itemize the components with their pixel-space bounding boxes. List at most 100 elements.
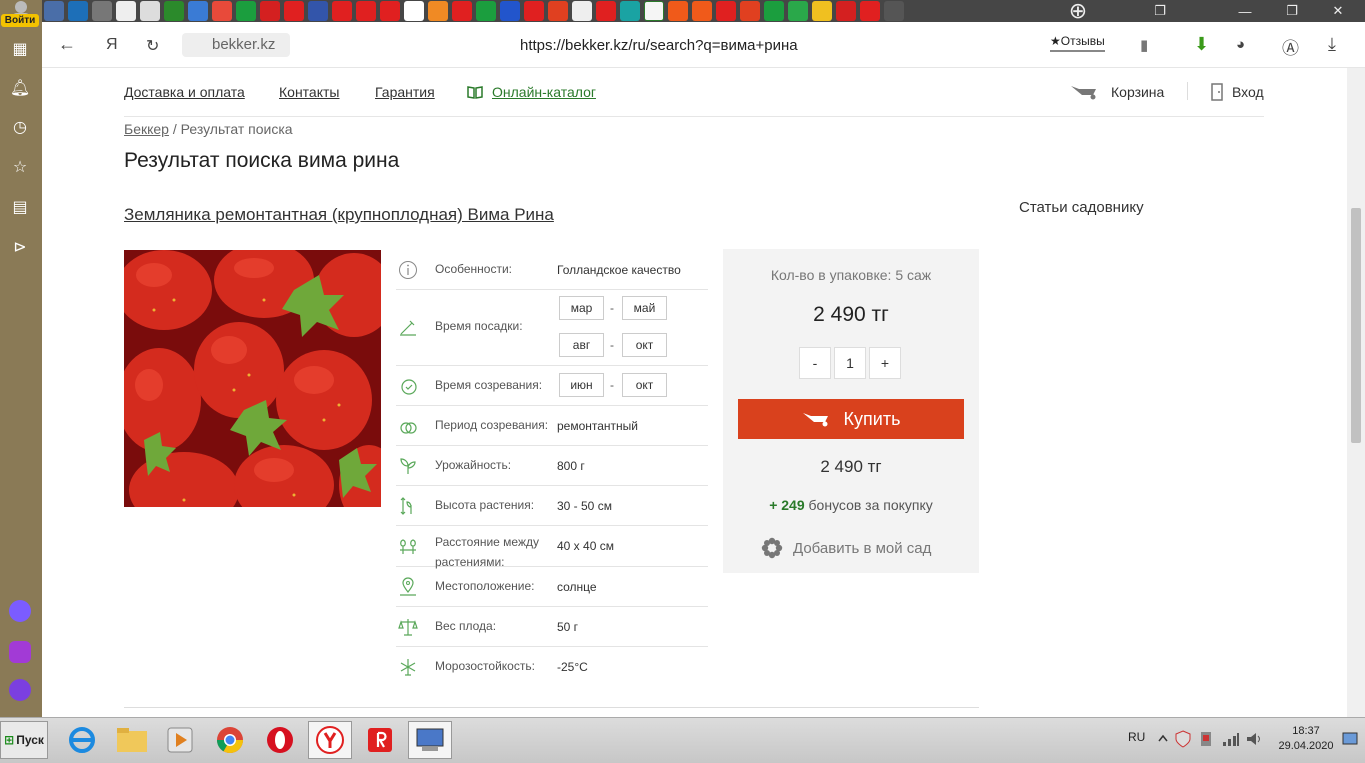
reader-mode-icon[interactable]: Ⓐ bbox=[1282, 34, 1299, 59]
tab-favicon[interactable] bbox=[92, 1, 112, 21]
tab-favicon[interactable] bbox=[284, 1, 304, 21]
tab-favicon[interactable] bbox=[260, 1, 280, 21]
reviews-button[interactable]: ★Отзывы bbox=[1050, 34, 1105, 52]
login-link[interactable]: Вход bbox=[1232, 84, 1264, 100]
tabs-list-icon[interactable]: ❐ bbox=[1140, 0, 1180, 22]
cart-link[interactable]: Корзина bbox=[1111, 84, 1164, 100]
bookmark-flag-icon[interactable]: ▮ bbox=[1140, 36, 1148, 54]
tab-favicon[interactable] bbox=[308, 1, 328, 21]
tab-favicon[interactable] bbox=[548, 1, 568, 21]
language-indicator[interactable]: RU bbox=[1128, 730, 1145, 744]
back-arrow-icon[interactable]: ← bbox=[58, 34, 76, 55]
nav-contacts-link[interactable]: Контакты bbox=[279, 84, 339, 100]
tab-favicon[interactable] bbox=[428, 1, 448, 21]
media-player-icon[interactable] bbox=[158, 721, 202, 759]
messenger-icon[interactable] bbox=[9, 641, 31, 663]
alice-icon[interactable] bbox=[9, 600, 31, 622]
login-button[interactable]: Войти bbox=[1, 14, 39, 27]
nav-catalog-link[interactable]: Онлайн-каталог bbox=[492, 84, 596, 100]
breadcrumb-home-link[interactable]: Беккер bbox=[124, 121, 169, 137]
yandex-app-icon[interactable] bbox=[358, 721, 402, 759]
system-clock[interactable]: 18:37 29.04.2020 bbox=[1274, 724, 1338, 754]
bell-icon[interactable]: 🔔︎ bbox=[9, 77, 31, 99]
new-tab-button[interactable]: ⊕ bbox=[1058, 0, 1098, 23]
scrollbar-thumb[interactable] bbox=[1351, 208, 1361, 443]
tab-favicon[interactable] bbox=[692, 1, 712, 21]
tab-favicon[interactable] bbox=[596, 1, 616, 21]
tab-favicon[interactable] bbox=[476, 1, 496, 21]
tab-favicon[interactable] bbox=[332, 1, 352, 21]
nav-delivery-link[interactable]: Доставка и оплата bbox=[124, 84, 245, 100]
add-to-garden-link[interactable]: Добавить в мой сад bbox=[761, 537, 931, 559]
tab-favicon[interactable] bbox=[356, 1, 376, 21]
door-login-icon[interactable] bbox=[1210, 83, 1224, 101]
tab-favicon[interactable] bbox=[620, 1, 640, 21]
network-signal-icon[interactable] bbox=[1222, 731, 1240, 747]
extension-dog-icon[interactable]: ◕ bbox=[1236, 36, 1245, 53]
usb-device-icon[interactable] bbox=[1198, 730, 1214, 748]
quantity-decrease-button[interactable]: - bbox=[799, 347, 831, 379]
tab-favicon[interactable] bbox=[668, 1, 688, 21]
tab-favicon[interactable] bbox=[524, 1, 544, 21]
tab-favicon[interactable] bbox=[452, 1, 472, 21]
close-button[interactable]: ✕ bbox=[1318, 0, 1358, 22]
tab-favicon[interactable] bbox=[572, 1, 592, 21]
tab-favicon-active[interactable] bbox=[644, 1, 664, 21]
page-scrollbar[interactable] bbox=[1347, 68, 1365, 717]
tab-favicon[interactable] bbox=[836, 1, 856, 21]
tab-favicon[interactable] bbox=[404, 1, 424, 21]
network-connection-icon[interactable] bbox=[408, 721, 452, 759]
tab-favicon[interactable] bbox=[68, 1, 88, 21]
file-explorer-icon[interactable] bbox=[110, 721, 154, 759]
buy-button[interactable]: Купить bbox=[738, 399, 964, 439]
start-button[interactable]: ⊞ Пуск bbox=[0, 721, 48, 759]
tab-favicon[interactable] bbox=[212, 1, 232, 21]
volume-speaker-icon[interactable] bbox=[1246, 731, 1264, 747]
product-title-link[interactable]: Земляника ремонтантная (крупноплодная) В… bbox=[124, 205, 554, 225]
tab-favicon[interactable] bbox=[380, 1, 400, 21]
tab-favicon[interactable] bbox=[764, 1, 784, 21]
tab-favicon[interactable] bbox=[116, 1, 136, 21]
tab-favicon[interactable] bbox=[164, 1, 184, 21]
tab-favicon[interactable] bbox=[812, 1, 832, 21]
tab-favicon[interactable] bbox=[44, 1, 64, 21]
collections-icon[interactable]: ▤ bbox=[9, 196, 31, 218]
downloads-icon[interactable]: ⤓ bbox=[1328, 34, 1336, 55]
show-desktop-icon[interactable] bbox=[1342, 732, 1358, 746]
prop-label: Высота растения: bbox=[435, 498, 535, 512]
quantity-input[interactable]: 1 bbox=[834, 347, 866, 379]
chrome-icon[interactable] bbox=[208, 721, 252, 759]
tab-favicon[interactable] bbox=[788, 1, 808, 21]
security-shield-icon[interactable] bbox=[1175, 730, 1191, 748]
tab-favicon[interactable] bbox=[140, 1, 160, 21]
wheelbarrow-cart-icon[interactable] bbox=[1070, 84, 1102, 100]
quantity-increase-button[interactable]: + bbox=[869, 347, 901, 379]
bookmarks-star-icon[interactable]: ☆ bbox=[9, 156, 31, 178]
opera-icon[interactable] bbox=[258, 721, 302, 759]
site-domain-pill[interactable]: bekker.kz bbox=[182, 33, 290, 57]
download-extension-icon[interactable]: ⬇ bbox=[1194, 34, 1209, 55]
yandex-browser-taskbar-icon[interactable] bbox=[308, 721, 352, 759]
strawberries-image bbox=[124, 250, 381, 507]
tab-favicon[interactable] bbox=[860, 1, 880, 21]
reload-icon[interactable]: ↻ bbox=[146, 36, 159, 56]
sidebar-articles-link[interactable]: Статьи садовнику bbox=[1019, 199, 1144, 216]
minimize-button[interactable]: — bbox=[1225, 0, 1265, 22]
tab-favicon[interactable] bbox=[188, 1, 208, 21]
url-field[interactable]: https://bekker.kz/ru/search?q=вима+рина bbox=[520, 37, 798, 54]
nav-warranty-link[interactable]: Гарантия bbox=[375, 84, 435, 100]
tab-favicon[interactable] bbox=[716, 1, 736, 21]
tab-favicon[interactable] bbox=[236, 1, 256, 21]
yandex-logo-icon[interactable]: Я bbox=[106, 36, 118, 54]
tab-favicon[interactable] bbox=[740, 1, 760, 21]
video-play-icon[interactable]: ⊳ bbox=[9, 236, 31, 258]
assistant-icon[interactable] bbox=[9, 679, 31, 701]
restore-button[interactable]: ❐ bbox=[1272, 0, 1312, 22]
tab-favicon[interactable] bbox=[500, 1, 520, 21]
tab-favicon[interactable] bbox=[884, 1, 904, 21]
product-photo[interactable] bbox=[124, 250, 381, 507]
history-icon[interactable]: ◷ bbox=[9, 116, 31, 138]
apps-grid-icon[interactable]: ▦ bbox=[9, 38, 31, 60]
internet-explorer-icon[interactable] bbox=[60, 721, 104, 759]
tray-expand-icon[interactable] bbox=[1158, 732, 1168, 746]
